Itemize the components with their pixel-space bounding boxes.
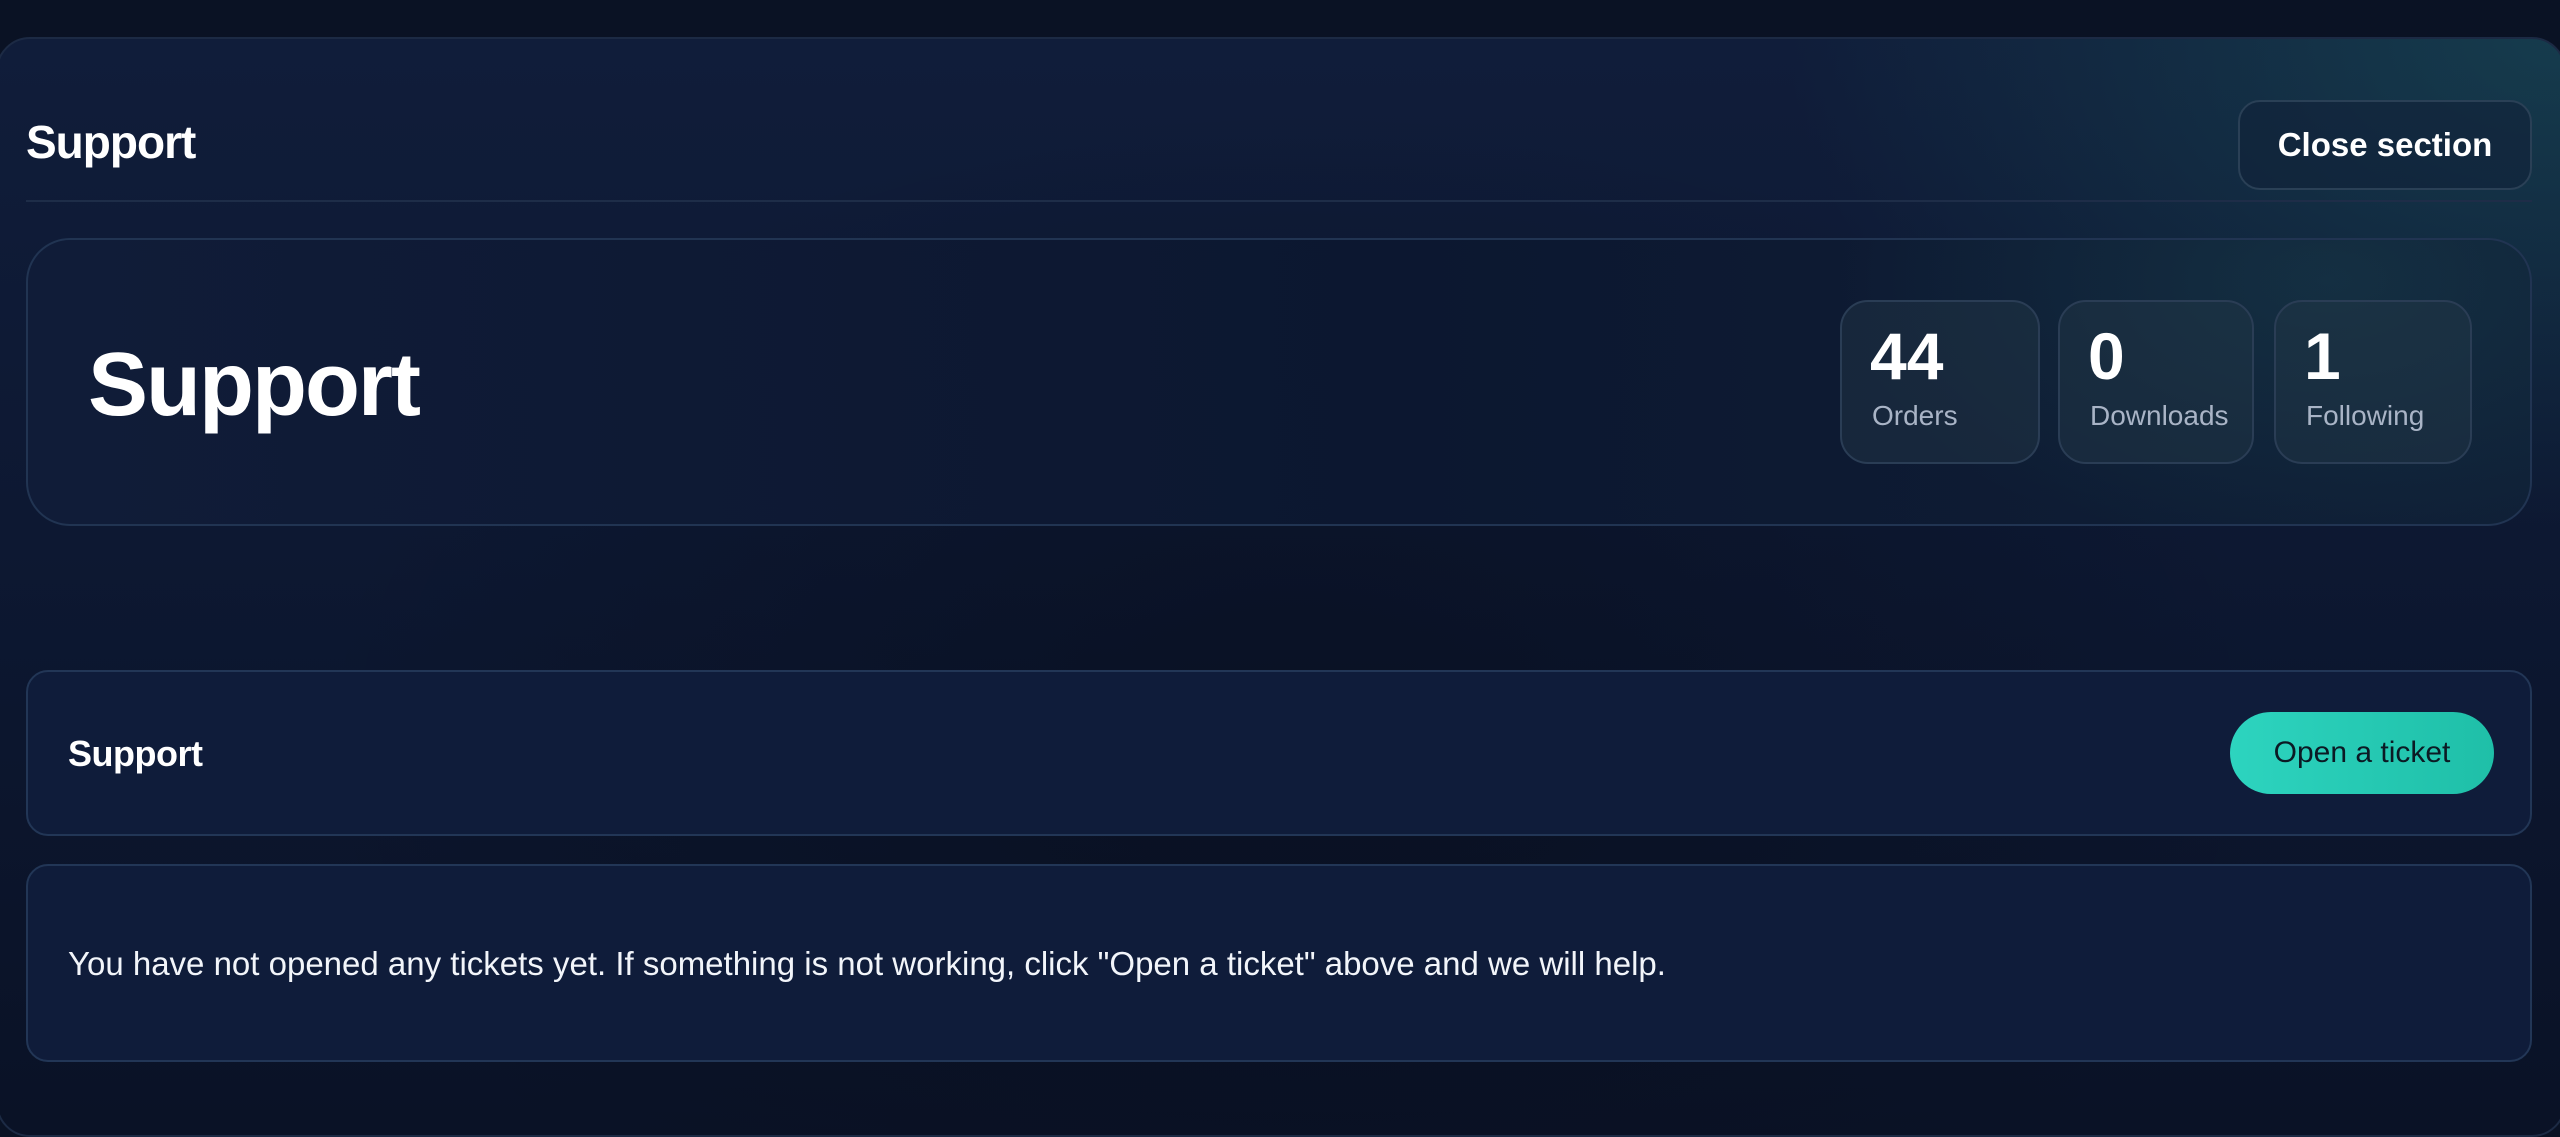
support-card-title: Support (68, 733, 203, 774)
open-ticket-button[interactable]: Open a ticket (2230, 712, 2494, 794)
empty-tickets-message: You have not opened any tickets yet. If … (68, 945, 1666, 982)
header-divider (26, 200, 2532, 202)
close-section-button[interactable]: Close section (2238, 100, 2532, 190)
stat-value: 1 (2304, 319, 2341, 393)
stat-label: Following (2306, 400, 2425, 431)
support-card: Support Open a ticket (26, 670, 2532, 836)
hero-title: Support (88, 335, 421, 435)
stat-label: Downloads (2090, 400, 2229, 431)
stat-label: Orders (1872, 400, 1958, 431)
stat-downloads: 0 Downloads (2058, 300, 2254, 464)
hero-banner: Support 44 Orders 0 Downloads 1 Followin… (26, 238, 2532, 526)
stat-value: 44 (1870, 319, 1944, 393)
stat-value: 0 (2088, 319, 2125, 393)
section-title: Support (26, 116, 196, 168)
tickets-card: You have not opened any tickets yet. If … (26, 864, 2532, 1062)
stat-following: 1 Following (2274, 300, 2472, 464)
stat-orders: 44 Orders (1840, 300, 2040, 464)
